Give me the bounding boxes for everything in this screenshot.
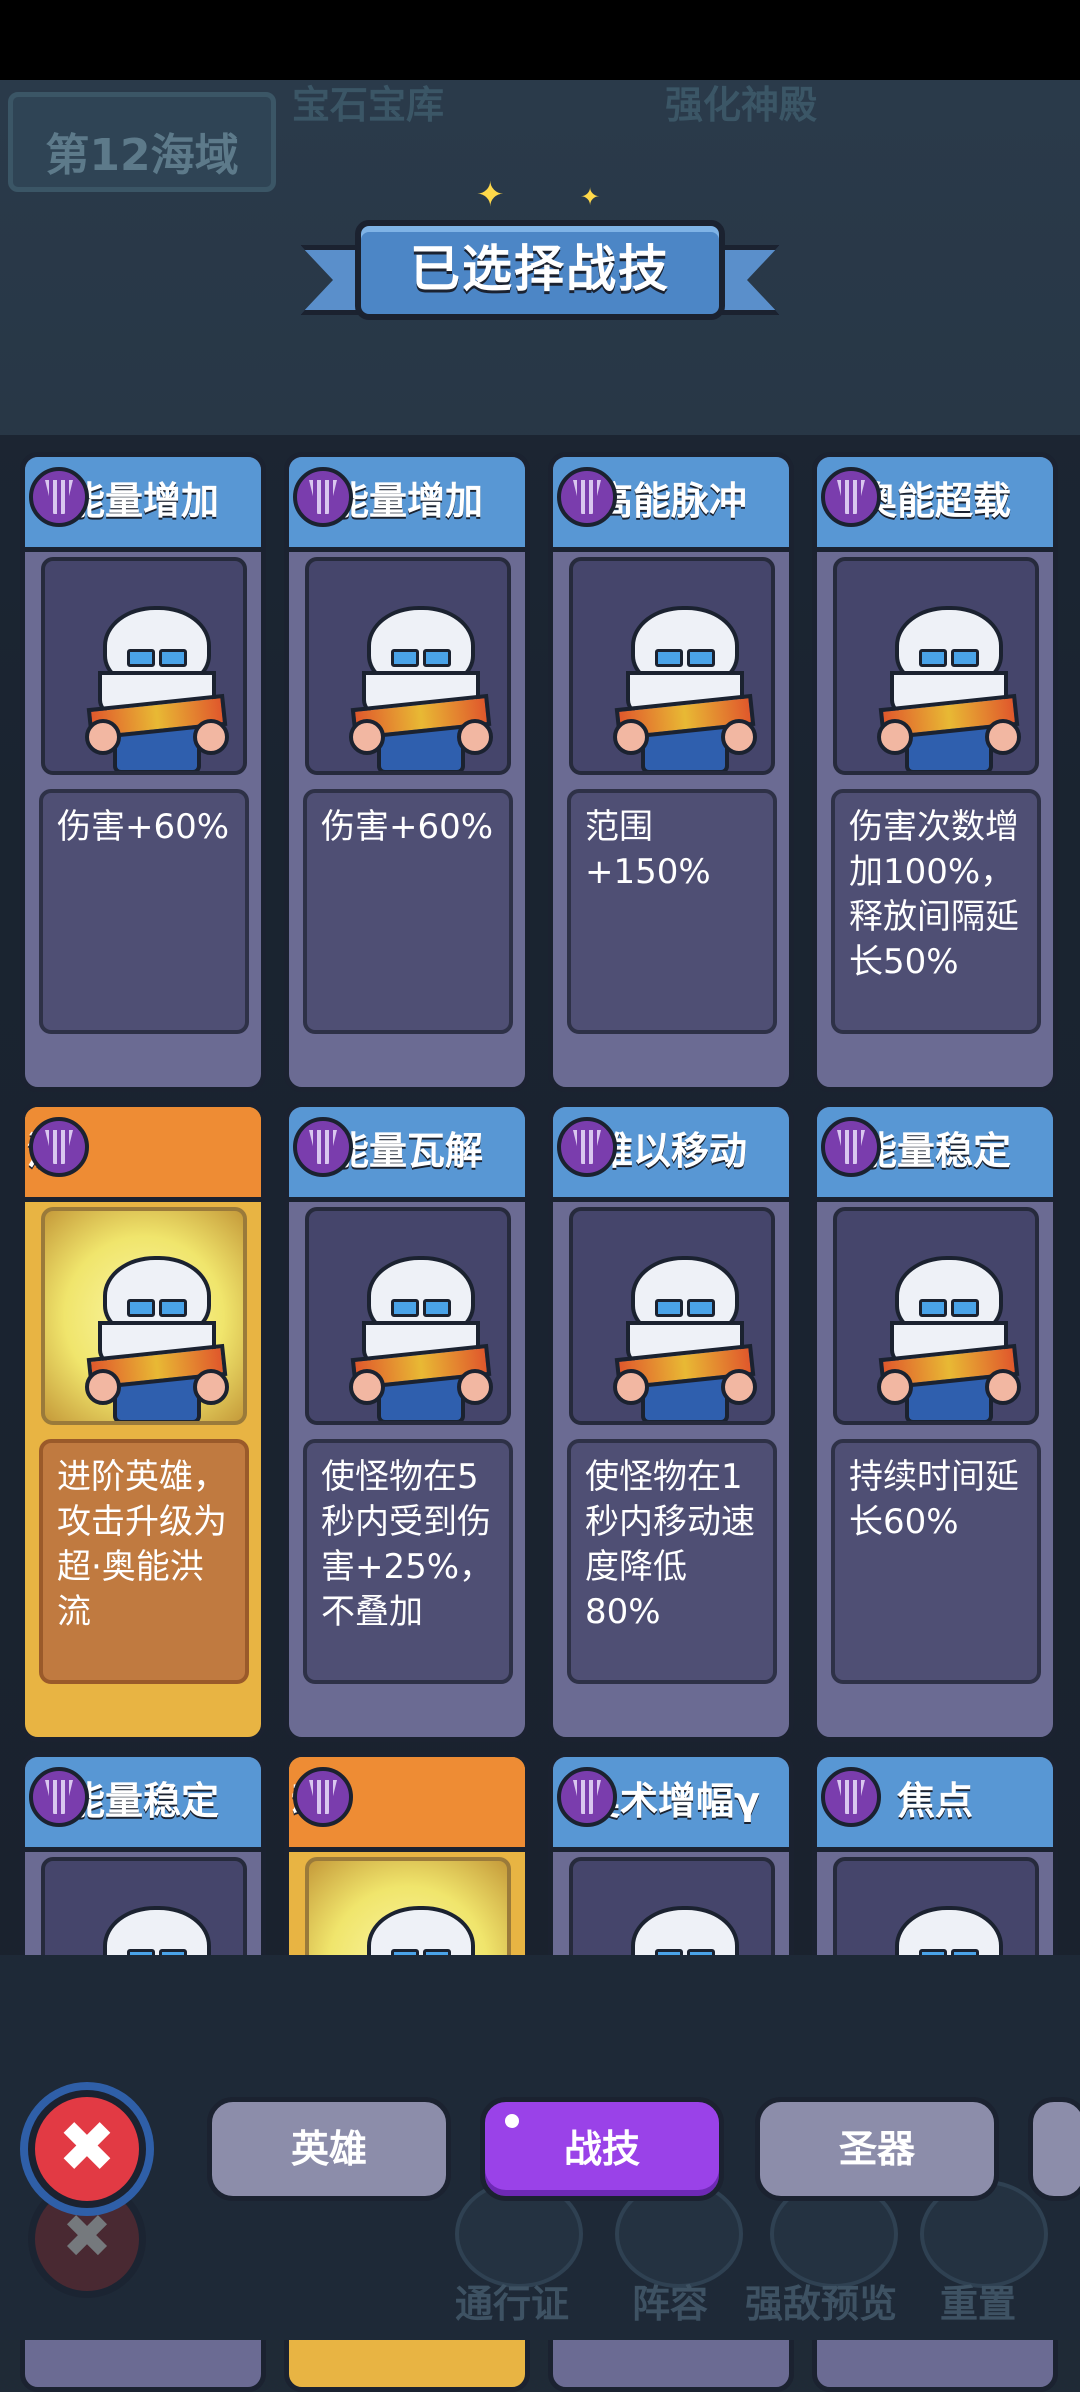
skill-card-desc: 持续时间延长60% bbox=[831, 1439, 1041, 1684]
skill-card[interactable]: 能量增加 伤害+60% bbox=[284, 452, 530, 1092]
sparkle-icon: ✦ bbox=[476, 175, 505, 215]
close-button[interactable]: ✖ bbox=[28, 2090, 146, 2208]
tab-relic[interactable]: 圣器 bbox=[755, 2097, 999, 2201]
wizard-hero-icon bbox=[611, 601, 757, 771]
hero-portrait bbox=[569, 557, 775, 775]
tab-skill[interactable]: 战技 bbox=[480, 2097, 724, 2201]
wizard-hero-icon bbox=[875, 1251, 1021, 1421]
skill-type-icon bbox=[821, 467, 881, 527]
hero-portrait bbox=[41, 1207, 247, 1425]
sparkle-icon: ✦ bbox=[580, 183, 601, 211]
skill-card[interactable]: 难以移动 使怪物在1秒内移动速度降低80% bbox=[548, 1102, 794, 1742]
skill-type-icon bbox=[557, 1767, 617, 1827]
wizard-hero-icon bbox=[611, 1251, 757, 1421]
tab-hero[interactable]: 英雄 bbox=[207, 2097, 451, 2201]
skill-type-icon bbox=[29, 1117, 89, 1177]
skill-card-desc: 伤害+60% bbox=[39, 789, 249, 1034]
tab-relic-label: 圣器 bbox=[838, 2127, 915, 2171]
skill-type-icon bbox=[29, 467, 89, 527]
skill-type-icon bbox=[29, 1767, 89, 1827]
skill-card-desc: 进阶英雄，攻击升级为超·奥能洪流 bbox=[39, 1439, 249, 1684]
skill-type-icon bbox=[293, 467, 353, 527]
skill-card-desc: 范围+150% bbox=[567, 789, 777, 1034]
tab-active-dot bbox=[505, 2114, 519, 2128]
bottom-nav-reset[interactable]: 重置 bbox=[940, 2273, 1016, 2328]
hero-portrait bbox=[305, 1207, 511, 1425]
skill-card-desc: 伤害+60% bbox=[303, 789, 513, 1034]
wizard-hero-icon bbox=[83, 601, 229, 771]
wizard-hero-icon bbox=[347, 601, 493, 771]
wizard-hero-icon bbox=[83, 1251, 229, 1421]
tab-skill-label: 战技 bbox=[563, 2127, 640, 2171]
close-icon: ✖ bbox=[57, 2106, 117, 2188]
bottom-nav-preview[interactable]: 强敌预览 bbox=[745, 2273, 897, 2328]
tab-more[interactable] bbox=[1028, 2097, 1080, 2201]
skill-type-icon bbox=[821, 1117, 881, 1177]
wizard-hero-icon bbox=[875, 601, 1021, 771]
area-label-enhance-temple: 强化神殿 bbox=[665, 83, 818, 127]
wizard-hero-icon bbox=[347, 1251, 493, 1421]
panel-title-ribbon: 已选择战技 ✦ ✦ bbox=[300, 175, 780, 330]
skill-card-desc: 使怪物在5秒内受到伤害+25%，不叠加 bbox=[303, 1439, 513, 1684]
skill-type-icon bbox=[293, 1117, 353, 1177]
panel-title: 已选择战技 bbox=[410, 240, 670, 298]
skill-card[interactable]: 高能脉冲 范围+150% bbox=[548, 452, 794, 1092]
hero-portrait bbox=[305, 557, 511, 775]
sea-region-label: 第12海域 bbox=[45, 130, 239, 181]
hero-portrait bbox=[569, 1207, 775, 1425]
skill-card[interactable]: 能量稳定 持续时间延长60% bbox=[812, 1102, 1058, 1742]
bottom-nav-lineup[interactable]: 阵容 bbox=[632, 2273, 708, 2328]
skill-card-desc: 伤害次数增加100%，释放间隔延长50% bbox=[831, 789, 1041, 1034]
skill-card[interactable]: 流进阶英雄，攻击升级为超·奥能洪流 bbox=[20, 1102, 266, 1742]
sea-region-badge: 第12海域 bbox=[8, 92, 276, 192]
skill-card[interactable]: 能量增加 伤害+60% bbox=[20, 452, 266, 1092]
bottom-nav-pass[interactable]: 通行证 bbox=[455, 2273, 569, 2328]
skill-card[interactable]: 奥能超载 伤害次数增加100%，释放间隔延长50% bbox=[812, 452, 1058, 1092]
hero-portrait bbox=[833, 557, 1039, 775]
skill-type-icon bbox=[557, 467, 617, 527]
status-bar bbox=[0, 0, 1080, 80]
tab-hero-label: 英雄 bbox=[290, 2127, 367, 2171]
skill-card[interactable]: 能量瓦解 使怪物在5秒内受到伤害+25%，不叠加 bbox=[284, 1102, 530, 1742]
hero-portrait bbox=[833, 1207, 1039, 1425]
skill-type-icon bbox=[293, 1767, 353, 1827]
hero-portrait bbox=[41, 557, 247, 775]
skill-type-icon bbox=[821, 1767, 881, 1827]
area-label-gem-vault: 宝石宝库 bbox=[292, 83, 445, 127]
skill-type-icon bbox=[557, 1117, 617, 1177]
skill-card-desc: 使怪物在1秒内移动速度降低80% bbox=[567, 1439, 777, 1684]
